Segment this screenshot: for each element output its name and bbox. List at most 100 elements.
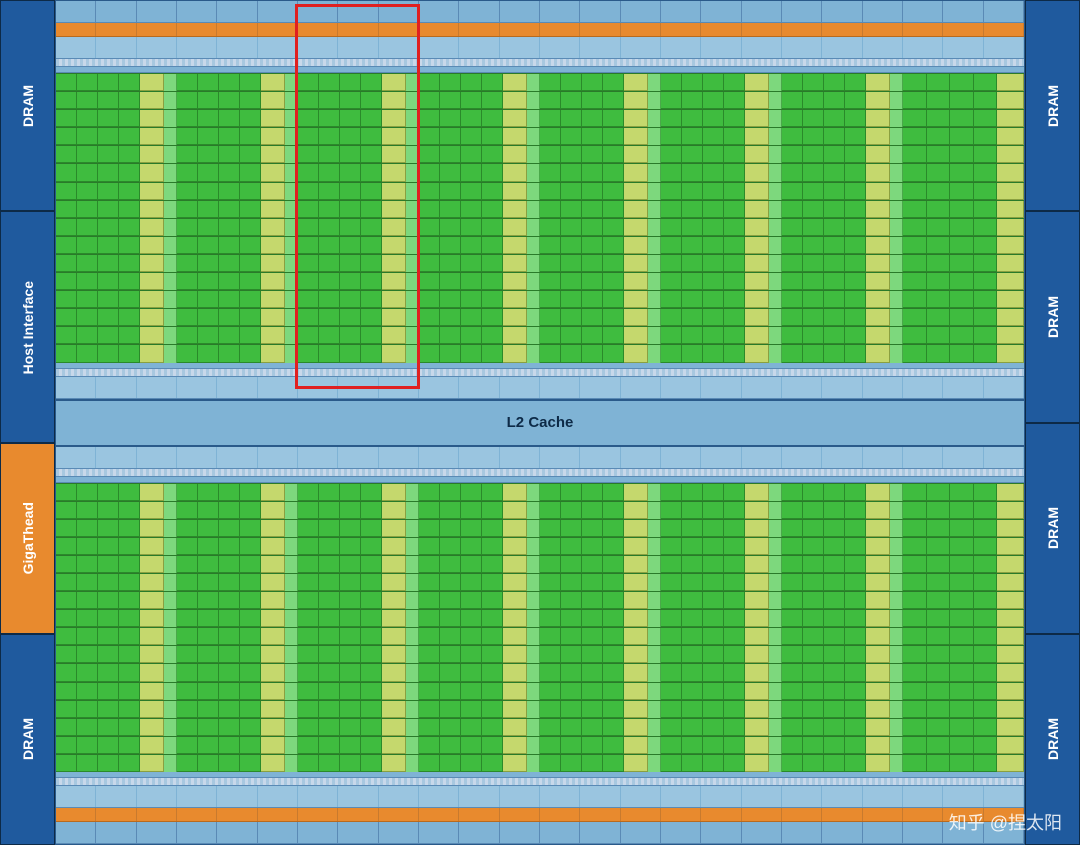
cuda-core — [703, 309, 724, 326]
cuda-core — [319, 237, 340, 254]
cuda-core — [950, 273, 974, 290]
cluster-gap — [890, 574, 903, 591]
sm-cluster — [56, 255, 177, 272]
cuda-core — [440, 345, 461, 362]
cuda-core — [950, 164, 974, 181]
sfu-column — [866, 273, 890, 290]
cuda-core — [240, 146, 261, 163]
cluster-gap — [285, 755, 298, 772]
sfu-column — [624, 737, 648, 754]
cuda-core — [540, 92, 561, 109]
cuda-core — [903, 164, 927, 181]
cuda-core — [782, 683, 803, 700]
sfu-column — [624, 219, 648, 236]
cuda-core — [361, 92, 382, 109]
cuda-core — [603, 502, 624, 519]
cuda-core — [927, 755, 951, 772]
cluster-gap — [164, 556, 177, 573]
sm-cluster — [903, 255, 1024, 272]
cuda-core — [903, 484, 927, 501]
cuda-core — [419, 628, 440, 645]
sfu-column — [140, 484, 164, 501]
cluster-gap — [164, 291, 177, 308]
cuda-core — [803, 309, 824, 326]
sm-cluster — [782, 701, 903, 718]
cuda-core — [119, 502, 140, 519]
cuda-core — [661, 502, 682, 519]
sfu-column — [261, 327, 285, 344]
cuda-core — [319, 345, 340, 362]
cuda-core — [682, 201, 703, 218]
sfu-column — [866, 201, 890, 218]
sm-cluster — [298, 255, 419, 272]
sm-cluster — [419, 164, 540, 181]
cuda-core — [603, 755, 624, 772]
sfu-column — [997, 646, 1024, 663]
cuda-core — [482, 128, 503, 145]
cuda-core — [219, 128, 240, 145]
cuda-core — [927, 683, 951, 700]
top-gpc-half — [55, 0, 1025, 400]
cuda-core — [903, 327, 927, 344]
sm-cluster — [56, 146, 177, 163]
cuda-core — [361, 146, 382, 163]
cluster-gap — [769, 74, 782, 91]
sm-cluster — [177, 291, 298, 308]
cuda-core — [927, 664, 951, 681]
cuda-core — [582, 646, 603, 663]
cuda-core — [177, 664, 198, 681]
cuda-core — [561, 592, 582, 609]
cluster-gap — [648, 719, 661, 736]
cuda-core — [824, 164, 845, 181]
sfu-column — [382, 255, 406, 272]
sm-cluster — [56, 755, 177, 772]
sfu-column — [140, 683, 164, 700]
cuda-core — [724, 683, 745, 700]
cuda-core — [903, 92, 927, 109]
cuda-core — [682, 273, 703, 290]
cuda-core — [340, 291, 361, 308]
sfu-column — [624, 592, 648, 609]
cuda-core — [340, 74, 361, 91]
cluster-gap — [406, 327, 419, 344]
sm-cluster — [56, 164, 177, 181]
cuda-core — [440, 574, 461, 591]
sm-cluster — [782, 484, 903, 501]
cuda-core — [56, 737, 77, 754]
cuda-core — [661, 574, 682, 591]
cuda-core — [98, 237, 119, 254]
cuda-core — [824, 92, 845, 109]
cuda-core — [98, 128, 119, 145]
cuda-core — [582, 683, 603, 700]
cluster-gap — [527, 502, 540, 519]
cuda-core — [440, 110, 461, 127]
cuda-core — [240, 345, 261, 362]
sm-cluster — [903, 610, 1024, 627]
cuda-core — [782, 345, 803, 362]
sfu-column — [624, 345, 648, 362]
sm-cluster — [903, 183, 1024, 200]
side-block-label: DRAM — [1045, 507, 1061, 549]
cuda-core — [582, 92, 603, 109]
cuda-core — [482, 646, 503, 663]
sfu-column — [261, 110, 285, 127]
sm-row — [56, 718, 1024, 736]
sm-cluster — [903, 128, 1024, 145]
sm-cluster — [56, 737, 177, 754]
sfu-column — [140, 128, 164, 145]
cuda-core — [782, 628, 803, 645]
band-gridblue — [56, 822, 1024, 844]
cuda-core — [119, 646, 140, 663]
sm-cluster — [56, 719, 177, 736]
cuda-core — [803, 737, 824, 754]
cuda-core — [974, 664, 998, 681]
cuda-core — [782, 592, 803, 609]
cuda-core — [974, 345, 998, 362]
cuda-core — [77, 755, 98, 772]
cluster-gap — [164, 255, 177, 272]
cuda-core — [703, 737, 724, 754]
sm-cluster — [298, 502, 419, 519]
cuda-core — [845, 110, 866, 127]
sfu-column — [997, 737, 1024, 754]
cuda-core — [824, 146, 845, 163]
